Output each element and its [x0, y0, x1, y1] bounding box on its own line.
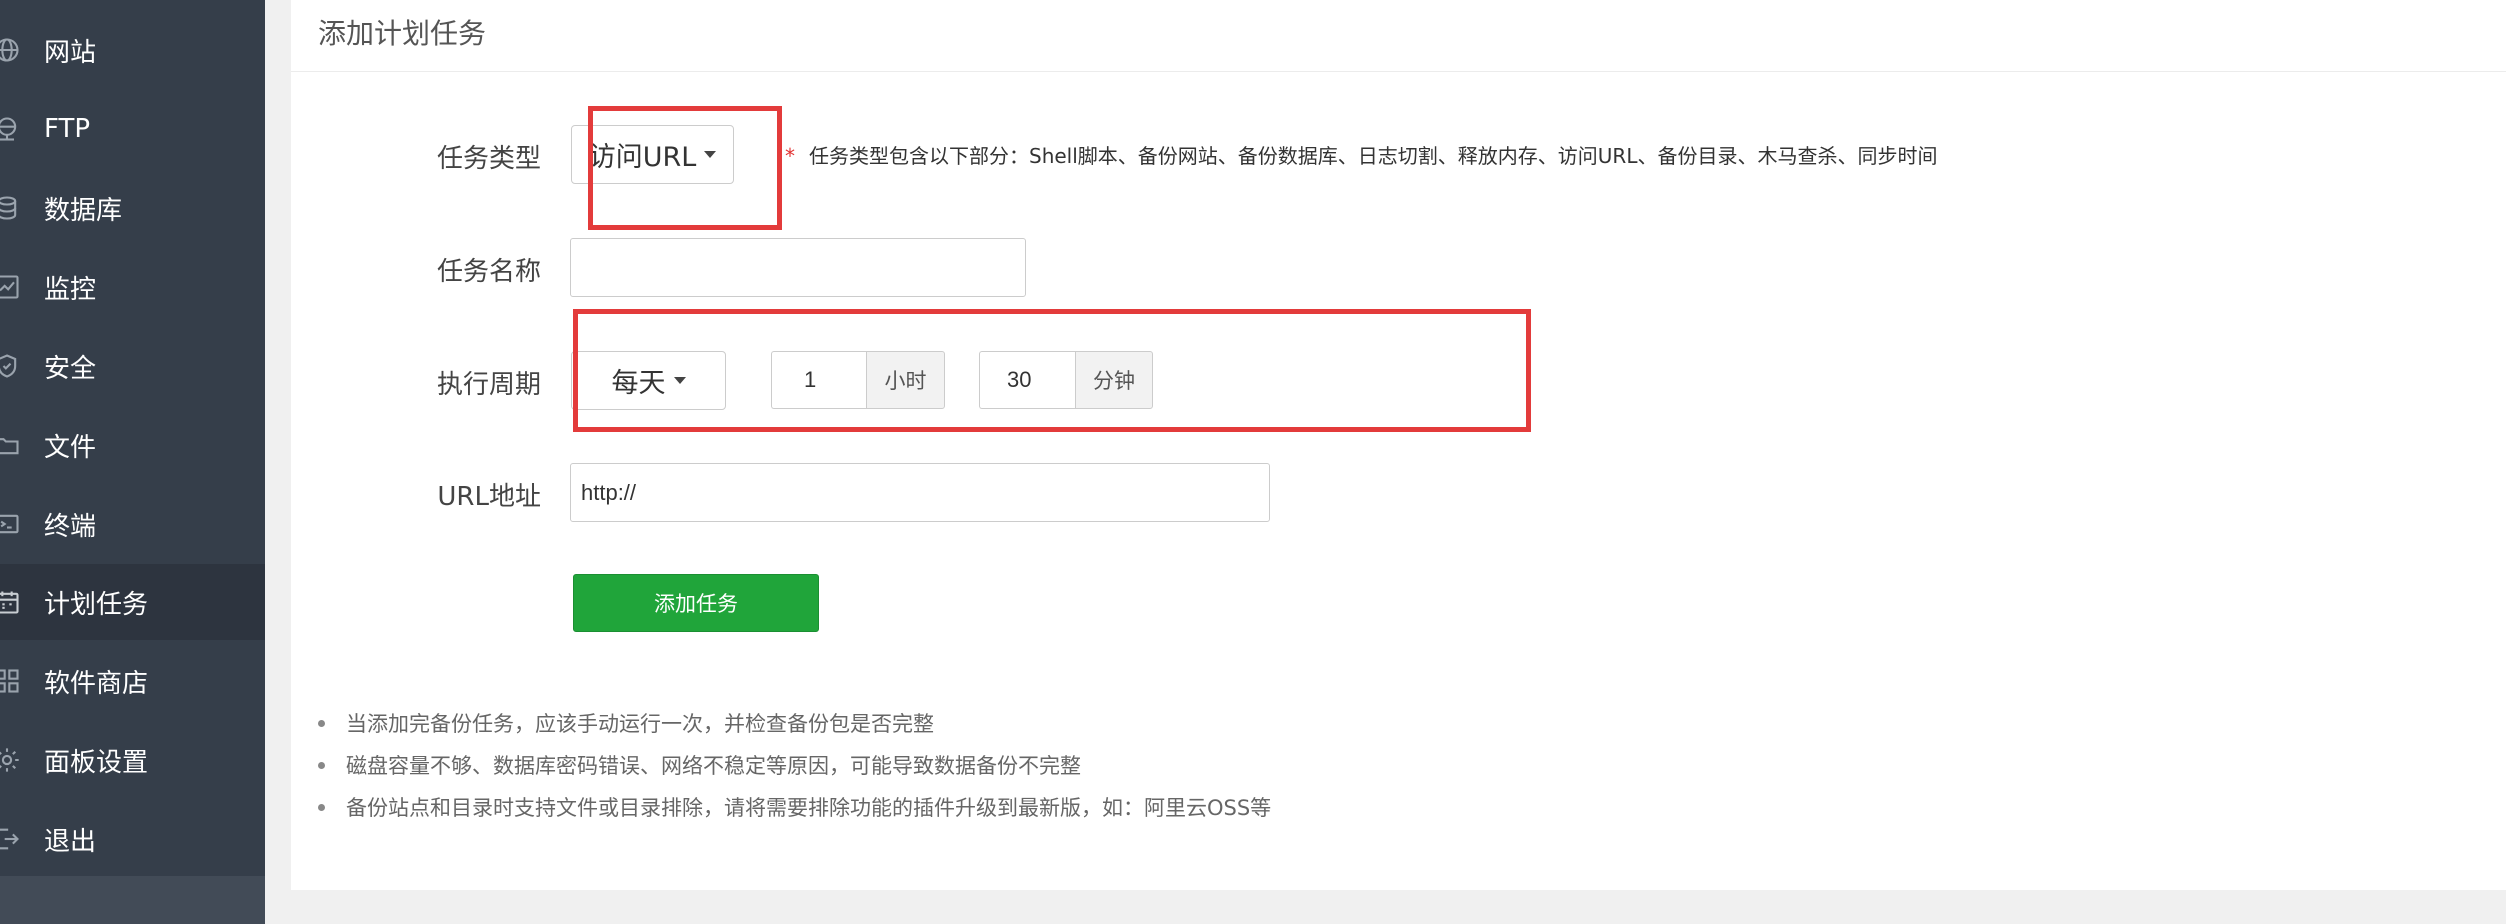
- logout-icon: [0, 824, 22, 854]
- list-item: 磁盘容量不够、数据库密码错误、网络不稳定等原因，可能导致数据备份不完整: [318, 748, 1271, 790]
- task-type-hint-text: 任务类型包含以下部分：Shell脚本、备份网站、备份数据库、日志切割、释放内存、…: [809, 144, 1938, 168]
- hour-input[interactable]: [771, 351, 866, 409]
- tips-list: 当添加完备份任务，应该手动运行一次，并检查备份包是否完整 磁盘容量不够、数据库密…: [318, 706, 1271, 832]
- sidebar-item-website[interactable]: 网站: [0, 12, 265, 88]
- required-mark: *: [785, 144, 795, 168]
- task-name-label: 任务名称: [436, 257, 541, 287]
- database-icon: [0, 193, 22, 223]
- terminal-icon: [0, 509, 22, 539]
- list-item: 备份站点和目录时支持文件或目录排除，请将需要排除功能的插件升级到最新版，如：阿里…: [318, 790, 1271, 832]
- task-name-input[interactable]: [570, 238, 1026, 297]
- add-cron-panel: 添加计划任务 任务类型 访问URL * 任务类型包含以下部分：Shell脚本、备份…: [291, 0, 2506, 890]
- sidebar-item-database[interactable]: 数据库: [0, 170, 265, 246]
- sidebar-item-files[interactable]: 文件: [0, 407, 265, 483]
- panel-header: 添加计划任务: [291, 0, 2506, 72]
- sidebar-item-monitor[interactable]: 监控: [0, 249, 265, 325]
- sidebar-item-terminal[interactable]: 终端: [0, 486, 265, 562]
- sidebar-footer: [0, 876, 265, 924]
- folder-icon: [0, 430, 22, 460]
- task-type-value: 访问URL: [588, 142, 697, 173]
- cycle-label: 执行周期: [436, 370, 541, 400]
- sidebar-item-security[interactable]: 安全: [0, 328, 265, 404]
- page-title: 添加计划任务: [318, 17, 487, 50]
- sidebar-item-label: 文件: [44, 432, 97, 463]
- sidebar-item-label: 退出: [44, 826, 97, 857]
- sidebar-item-label: 终端: [44, 511, 97, 542]
- sidebar-item-settings[interactable]: 面板设置: [0, 722, 265, 798]
- task-type-label: 任务类型: [436, 144, 541, 174]
- sidebar-item-logout[interactable]: 退出: [0, 801, 265, 877]
- sidebar-item-label: 网站: [44, 37, 97, 68]
- minute-input[interactable]: [979, 351, 1075, 409]
- sidebar-item-label: 监控: [44, 274, 97, 305]
- sidebar-item-label: 软件商店: [44, 668, 149, 699]
- sidebar-item-store[interactable]: 软件商店: [0, 643, 265, 719]
- sidebar-item-label: 数据库: [44, 195, 123, 226]
- sidebar: 网站 FTP 数据库 监控 安全 文件 终端 计划任务 软件商店 面板设置 退出: [0, 0, 265, 924]
- cycle-type-select[interactable]: 每天: [571, 351, 726, 410]
- task-type-hint: * 任务类型包含以下部分：Shell脚本、备份网站、备份数据库、日志切割、释放内存…: [785, 140, 1937, 169]
- minute-unit: 分钟: [1075, 351, 1153, 409]
- add-task-button[interactable]: 添加任务: [573, 574, 819, 632]
- shield-icon: [0, 351, 22, 381]
- chevron-down-icon: [704, 151, 717, 158]
- sidebar-item-label: FTP: [44, 114, 91, 144]
- sidebar-item-cron[interactable]: 计划任务: [0, 564, 265, 640]
- minute-input-group: 分钟: [979, 351, 1153, 409]
- sidebar-item-ftp[interactable]: FTP: [0, 91, 265, 167]
- globe-icon: [0, 35, 22, 65]
- sidebar-item-label: 安全: [44, 353, 97, 384]
- hour-unit: 小时: [866, 351, 945, 409]
- cycle-type-value: 每天: [611, 368, 666, 399]
- sidebar-item-label: 面板设置: [44, 747, 149, 778]
- sidebar-item-label: 计划任务: [44, 589, 149, 620]
- task-type-select[interactable]: 访问URL: [571, 125, 734, 184]
- url-label: URL地址: [437, 482, 541, 512]
- calendar-icon: [0, 587, 22, 617]
- grid-icon: [0, 666, 22, 696]
- chevron-down-icon: [673, 377, 686, 384]
- gear-icon: [0, 745, 22, 775]
- url-input[interactable]: [570, 463, 1270, 522]
- ftp-server-icon: [0, 114, 22, 144]
- list-item: 当添加完备份任务，应该手动运行一次，并检查备份包是否完整: [318, 706, 1271, 748]
- hour-input-group: 小时: [771, 351, 945, 409]
- monitor-icon: [0, 272, 22, 302]
